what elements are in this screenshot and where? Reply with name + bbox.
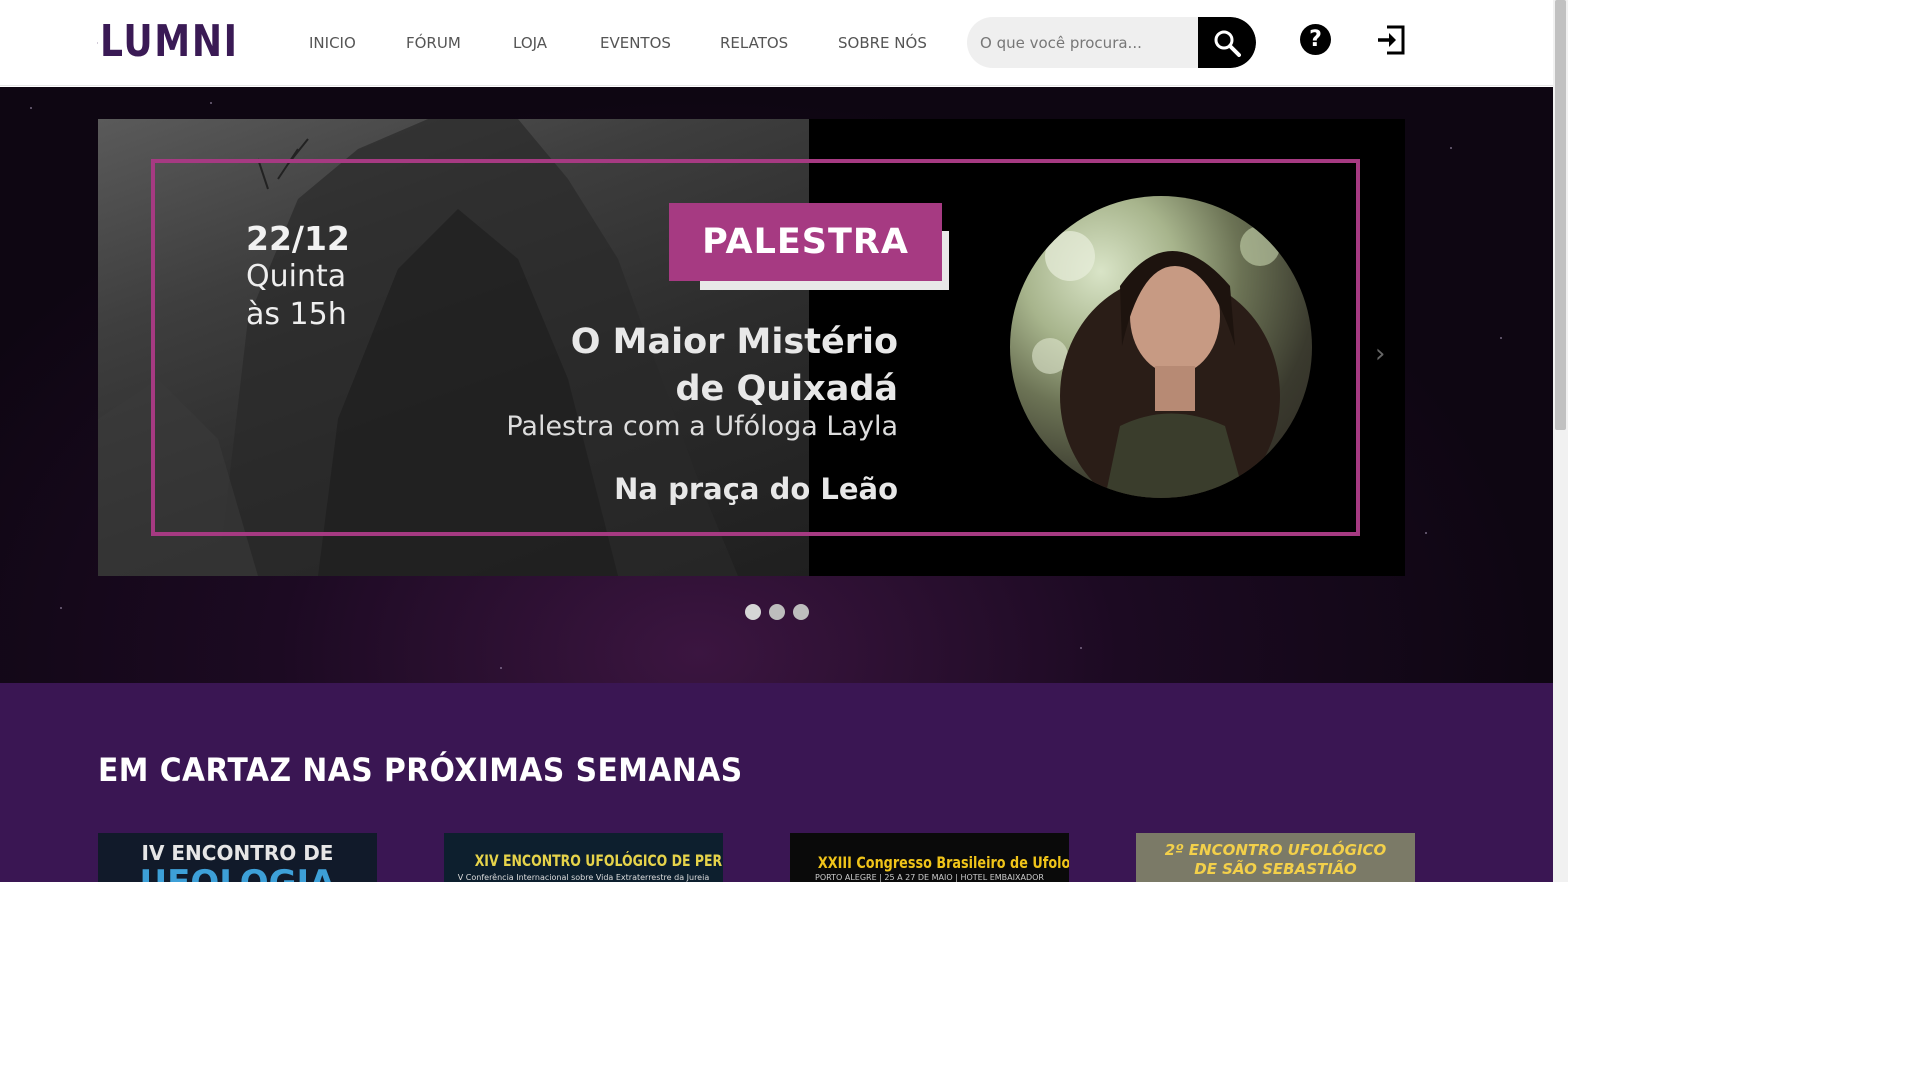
search-button[interactable]	[1198, 17, 1256, 68]
nav-item-relatos[interactable]: RELATOS	[720, 34, 788, 52]
carousel-dot-1[interactable]	[745, 604, 761, 620]
carousel-dot-2[interactable]	[769, 604, 785, 620]
upcoming-events-section: EM CARTAZ NAS PRÓXIMAS SEMANAS IV ENCONT…	[0, 683, 1553, 882]
event-title-line1: O Maior Mistério	[570, 322, 898, 362]
event-type-tag: PALESTRA	[669, 203, 942, 281]
event-title: O Maior Mistério de Quixadá	[478, 319, 898, 413]
event-card-4-title: 2º ENCONTRO UFOLÓGICO	[1164, 841, 1387, 859]
ufo-logo-icon	[97, 42, 98, 44]
event-card-2-title: XIV ENCONTRO UFOLÓGICO DE PERUÍBE	[474, 851, 723, 870]
event-time: às 15h	[246, 297, 347, 332]
carousel-dot-3[interactable]	[793, 604, 809, 620]
event-card-4-subtitle: DE SÃO SEBASTIÃO	[1194, 860, 1357, 878]
question-circle-icon[interactable]: ?	[1300, 24, 1331, 55]
page-scrollbar[interactable]	[1553, 0, 1568, 882]
event-card-3-title: XXIII Congresso Brasileiro de Ufologia	[817, 853, 1069, 872]
site-header: LUMNI INICIO FÓRUM LOJA EVENTOS RELATOS …	[0, 0, 1553, 86]
nav-item-loja[interactable]: LOJA	[513, 34, 547, 52]
nav-item-forum[interactable]: FÓRUM	[406, 34, 461, 52]
event-card-1-subtitle: UFOLOGIA	[98, 863, 377, 882]
nav-item-eventos[interactable]: EVENTOS	[600, 34, 671, 52]
scrollbar-thumb[interactable]	[1555, 0, 1566, 430]
carousel-dots	[745, 604, 809, 620]
speaker-portrait	[1010, 196, 1312, 498]
brand-name: LUMNI	[99, 16, 239, 67]
event-card-3[interactable]: XXIII Congresso Brasileiro de Ufologia P…	[790, 833, 1069, 882]
event-card-2-subtitle: V Conferência Internacional sobre Vida E…	[457, 873, 710, 882]
search-input[interactable]	[967, 17, 1198, 68]
event-card-4[interactable]: 2º ENCONTRO UFOLÓGICO DE SÃO SEBASTIÃO	[1136, 833, 1415, 882]
nav-item-sobre-nos[interactable]: SOBRE NÓS	[838, 34, 927, 52]
sign-in-icon[interactable]	[1376, 24, 1406, 56]
event-location: Na praça do Leão	[614, 472, 898, 506]
nav-item-inicio[interactable]: INICIO	[309, 34, 356, 52]
search-icon	[1214, 30, 1241, 57]
lumni-logo[interactable]: LUMNI	[97, 20, 269, 64]
event-subtitle: Palestra com a Ufóloga Layla	[506, 411, 898, 442]
search-bar	[967, 17, 1256, 68]
event-weekday: Quinta	[246, 259, 347, 294]
event-date: 22/12	[246, 219, 350, 258]
event-card-3-subtitle: PORTO ALEGRE | 25 A 27 DE MAIO | HOTEL E…	[815, 873, 1044, 882]
hero-carousel: 22/12 Quinta às 15h PALESTRA O Maior Mis…	[0, 87, 1553, 683]
event-title-line2: de Quixadá	[675, 369, 898, 409]
event-card-2[interactable]: XIV ENCONTRO UFOLÓGICO DE PERUÍBE V Conf…	[444, 833, 723, 882]
carousel-next-button[interactable]: ›	[1375, 339, 1385, 369]
event-card-1-title: IV ENCONTRO DE	[141, 841, 334, 865]
event-card-1[interactable]: IV ENCONTRO DE UFOLOGIA	[98, 833, 377, 882]
section-title: EM CARTAZ NAS PRÓXIMAS SEMANAS	[98, 751, 743, 789]
carousel-slide[interactable]: 22/12 Quinta às 15h PALESTRA O Maior Mis…	[98, 119, 1405, 576]
